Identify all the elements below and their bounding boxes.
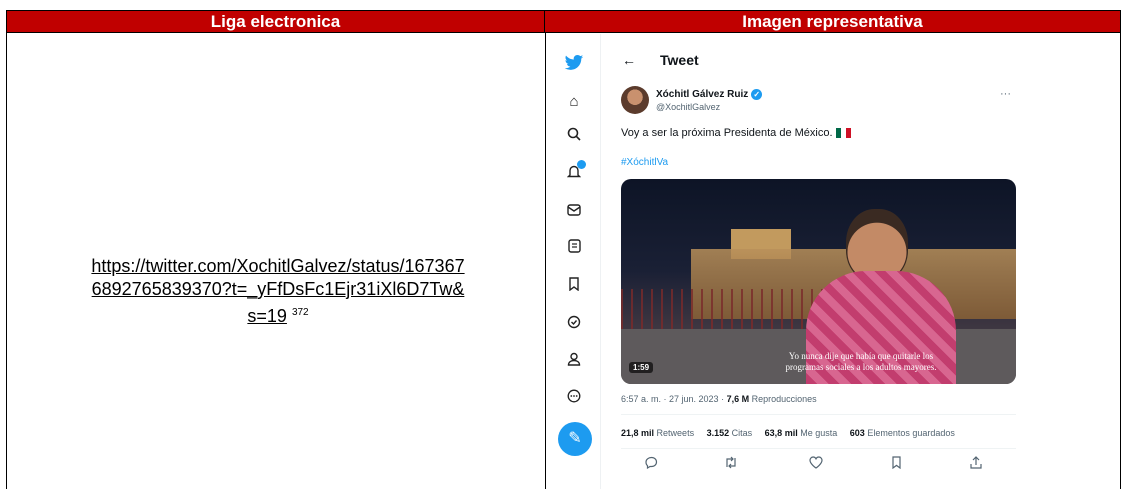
tweet-panel: ← Tweet Xóchitl Gálvez Ruiz ✓ @XochitlGal… — [608, 34, 1018, 489]
profile-icon[interactable] — [564, 352, 584, 372]
tweet-text: Voy a ser la próxima Presidenta de Méxic… — [621, 127, 833, 139]
more-icon[interactable] — [564, 389, 584, 409]
link-line-2[interactable]: 6892765839370?t=_yFfDsFc1Ejr31iXl6D7Tw& — [92, 279, 465, 299]
notifications-icon[interactable] — [564, 160, 586, 184]
views-label: Reproducciones — [751, 394, 817, 404]
retweets-stat[interactable]: 21,8 mil Retweets — [621, 428, 694, 438]
share-icon[interactable] — [966, 456, 986, 472]
reply-icon[interactable] — [641, 456, 661, 472]
video-duration: 1:59 — [629, 362, 654, 373]
link-line-1[interactable]: https://twitter.com/XochitlGalvez/status… — [91, 256, 464, 276]
likes-stat[interactable]: 63,8 mil Me gusta — [765, 428, 838, 438]
retweet-icon[interactable] — [721, 456, 741, 472]
bookmarks-label: Elementos guardados — [867, 428, 955, 438]
bookmark-icon[interactable] — [886, 456, 906, 472]
tweet-link[interactable]: https://twitter.com/XochitlGalvez/status… — [25, 255, 531, 328]
link-line-3[interactable]: s=19 — [247, 306, 287, 326]
more-options-icon[interactable]: ··· — [1000, 88, 1011, 100]
footnote-marker: 372 — [291, 307, 309, 318]
bookmarks-count: 603 — [849, 428, 865, 438]
mexico-flag-icon — [835, 128, 851, 139]
tweet-stats: 21,8 mil Retweets 3.152 Citas 63,8 mil M… — [621, 428, 965, 438]
quotes-count: 3.152 — [706, 428, 730, 438]
arrow-left-icon[interactable]: ← — [622, 52, 636, 68]
link-cell: https://twitter.com/XochitlGalvez/status… — [7, 33, 545, 489]
quotes-stat[interactable]: 3.152 Citas — [707, 428, 753, 438]
video-subtitle: Yo nunca dije que había que quitarle los… — [785, 351, 937, 372]
tweet-page-title: Tweet — [660, 52, 699, 68]
likes-label: Me gusta — [800, 428, 838, 438]
notification-badge — [577, 160, 586, 169]
verified-icon[interactable] — [564, 315, 584, 335]
divider — [621, 448, 1016, 449]
tweet-video[interactable]: Yo nunca dije que había que quitarle los… — [621, 179, 1016, 384]
twitter-sidebar: ⌂ ✎ — [548, 34, 600, 489]
bookmarks-stat[interactable]: 603 Elementos guardados — [850, 428, 955, 438]
verified-badge-icon: ✓ — [751, 89, 763, 100]
tweet-screenshot: ⌂ ✎ ← Tweet Xóchitl Gálvez Ruiz ✓ @Xochi… — [548, 34, 1024, 489]
divider — [621, 414, 1016, 415]
like-icon[interactable] — [806, 456, 826, 472]
tweet-actions — [621, 456, 1016, 476]
likes-count: 63,8 mil — [764, 428, 798, 438]
twitter-bird-icon[interactable] — [564, 54, 584, 74]
retweets-count: 21,8 mil — [621, 428, 655, 438]
author-name[interactable]: Xóchitl Gálvez Ruiz — [656, 89, 748, 100]
lists-icon[interactable] — [564, 239, 584, 259]
tweet-meta: 6:57 a. m. · 27 jun. 2023 · 7,6 M Reprod… — [621, 394, 817, 404]
home-icon[interactable]: ⌂ — [564, 92, 584, 112]
views-count: 7,6 M — [726, 394, 750, 404]
header-image-column: Imagen representativa — [545, 11, 1120, 33]
header-link-column: Liga electronica — [7, 11, 545, 33]
bookmarks-icon[interactable] — [564, 277, 584, 297]
author-handle[interactable]: @XochitlGalvez — [656, 102, 720, 112]
hashtag-link[interactable]: #XóchitlVa — [621, 157, 668, 168]
tweet-timestamp[interactable]: 6:57 a. m. · 27 jun. 2023 · — [621, 394, 724, 404]
quotes-label: Citas — [731, 428, 753, 438]
author-name-row[interactable]: Xóchitl Gálvez Ruiz ✓ — [656, 89, 763, 100]
tweet-text-row: Voy a ser la próxima Presidenta de Méxic… — [621, 127, 851, 139]
avatar[interactable] — [621, 86, 649, 114]
messages-icon[interactable] — [564, 202, 584, 222]
search-icon[interactable] — [564, 127, 584, 147]
sidebar-divider — [600, 34, 601, 489]
compose-icon[interactable]: ✎ — [558, 422, 592, 456]
column-divider — [545, 33, 546, 489]
retweets-label: Retweets — [656, 428, 695, 438]
